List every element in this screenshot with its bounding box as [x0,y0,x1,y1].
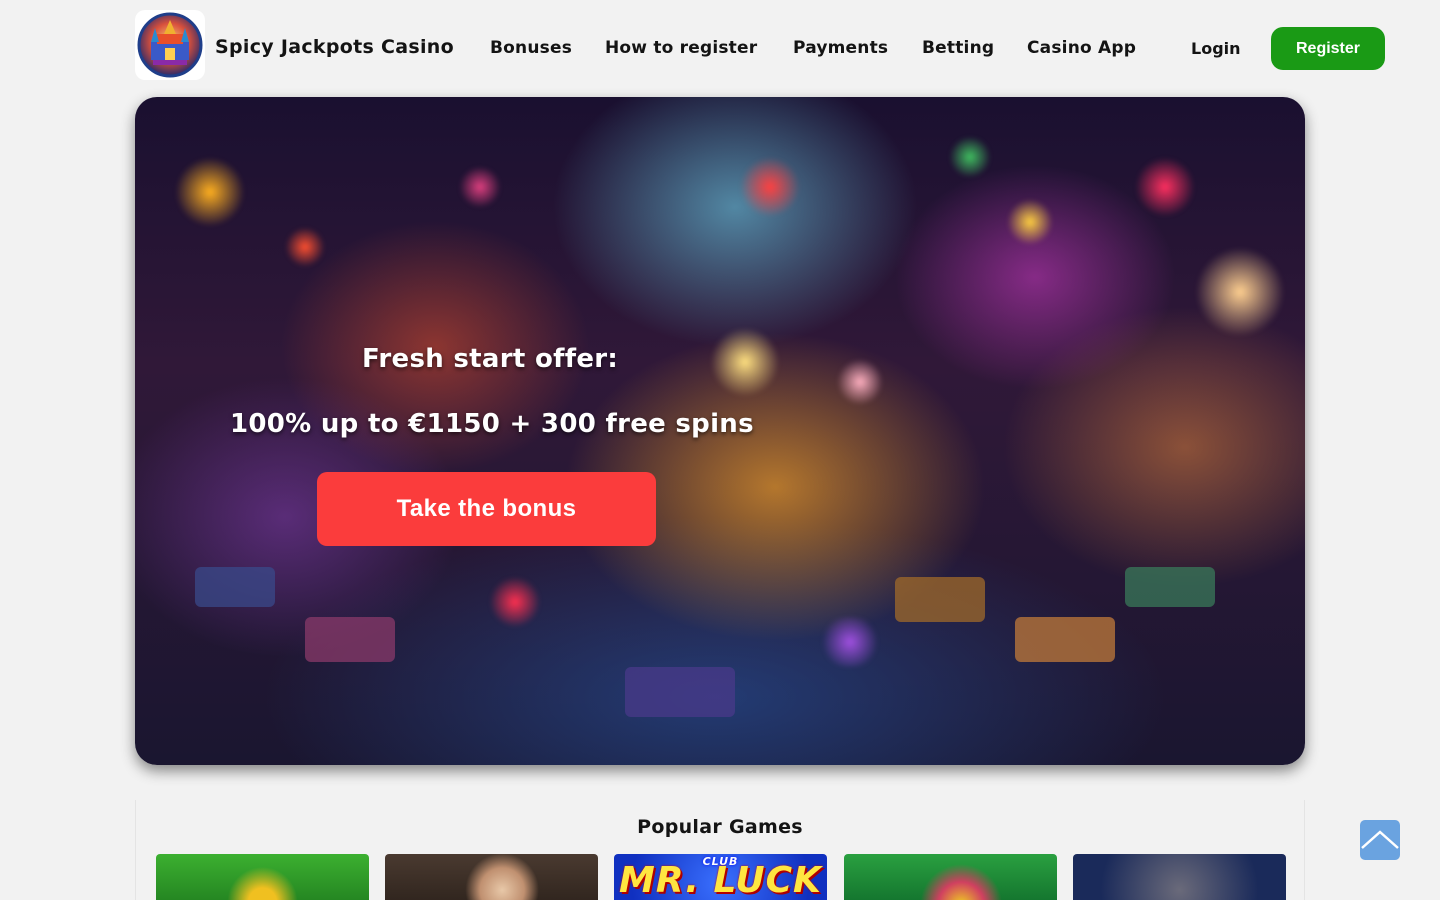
game-tile [1015,617,1115,662]
brand-name[interactable]: Spicy Jackpots Casino [215,36,454,58]
coin-symbol [1005,197,1055,247]
heart-symbol [735,157,805,217]
game-card[interactable] [844,854,1057,900]
poker-chip [815,617,885,667]
poker-chip [455,167,505,207]
chevron-up-icon [1361,830,1399,849]
game-card[interactable] [156,854,369,900]
poker-chip [835,357,885,407]
nav-how-to-register[interactable]: How to register [605,38,757,58]
game-card[interactable]: CLUB MR. LUCK [614,854,827,900]
hero-banner: Fresh start offer: 100% up to €1150 + 30… [135,97,1305,765]
nav-bonuses[interactable]: Bonuses [490,38,572,58]
game-card[interactable] [1073,854,1286,900]
bokeh-light [1135,157,1195,217]
bokeh-light [285,227,325,267]
nav-betting[interactable]: Betting [922,38,994,58]
game-card[interactable] [385,854,598,900]
login-link[interactable]: Login [1191,39,1241,58]
nav-payments[interactable]: Payments [793,38,888,58]
game-tile [305,617,395,662]
section-title: Popular Games [637,816,803,838]
poker-chip [485,577,545,627]
game-tile [625,667,735,717]
bokeh-light [1195,247,1285,337]
casino-palace-logo-icon [137,12,203,78]
site-header: Spicy Jackpots Casino Bonuses How to reg… [135,10,1390,80]
game-tile [195,567,275,607]
register-button[interactable]: Register [1271,27,1385,70]
poker-chip [945,137,995,177]
scroll-to-top-button[interactable] [1360,820,1400,860]
game-tile [895,577,985,622]
bokeh-light [175,157,245,227]
hero-offer: 100% up to €1150 + 300 free spins [230,409,754,439]
nav-casino-app[interactable]: Casino App [1027,38,1136,58]
game-tile [1125,567,1215,607]
take-bonus-button[interactable]: Take the bonus [317,472,656,546]
game-logo-text: CLUB MR. LUCK [619,855,822,900]
casino-logo[interactable] [135,10,205,80]
bokeh-light [705,327,785,397]
popular-games-section: Popular Games CLUB MR. LUCK [135,800,1305,900]
hero-title: Fresh start offer: [362,344,619,374]
